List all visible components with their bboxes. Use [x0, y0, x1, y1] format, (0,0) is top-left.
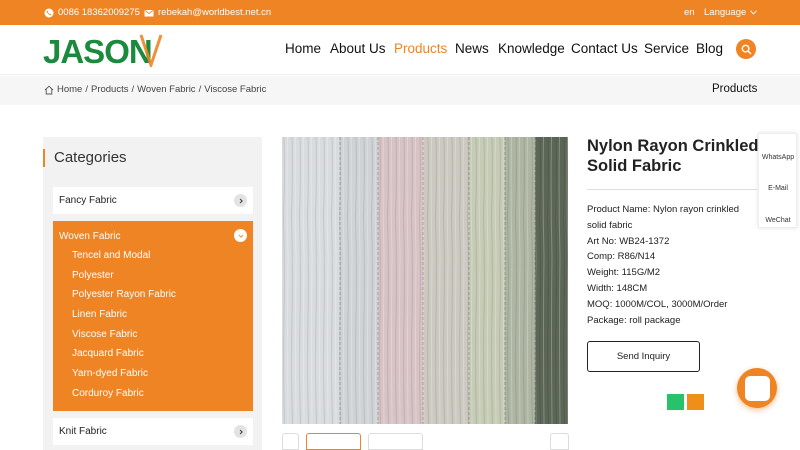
search-icon	[741, 44, 752, 55]
language-label: Language	[704, 7, 747, 18]
subcategory-yarn-dyed-fabric[interactable]: Yarn-dyed Fabric	[72, 368, 148, 379]
phone-contact[interactable]: 0086 18362009275	[44, 7, 140, 18]
chat-button[interactable]	[737, 368, 777, 408]
spec-moq: MOQ: 1000M/COL, 3000M/Order	[587, 298, 728, 310]
share-orange-button[interactable]	[687, 394, 704, 410]
breadcrumb-page-title: Products	[712, 83, 758, 95]
float-email[interactable]: E-Mail	[759, 185, 797, 192]
phone-icon	[44, 8, 54, 17]
breadcrumb-separator: /	[131, 84, 135, 95]
nav-knowledge[interactable]: Knowledge	[498, 41, 565, 56]
thumbnail-strip	[282, 433, 570, 450]
nav-service[interactable]: Service	[644, 41, 689, 56]
email-address: rebekah@worldbest.net.cn	[158, 7, 272, 18]
thumbnail-prev-button[interactable]	[282, 433, 299, 450]
product-specs: Product Name: Nylon rayon crinkled solid…	[587, 202, 757, 328]
top-contact-bar: 0086 18362009275 rebekah@worldbest.net.c…	[0, 0, 800, 25]
product-title: Nylon Rayon Crinkled Solid Fabric	[587, 137, 759, 175]
subcategory-polyester-rayon-fabric[interactable]: Polyester Rayon Fabric	[72, 289, 176, 300]
categories-heading: Categories	[43, 149, 127, 167]
breadcrumb: Home / Products / Woven Fabric / Viscose…	[44, 84, 266, 95]
nav-news[interactable]: News	[455, 41, 489, 56]
category-woven-fabric[interactable]: Woven Fabric Tencel and Modal Polyester …	[53, 221, 253, 411]
breadcrumb-home[interactable]: Home	[57, 84, 82, 95]
thumbnail-next-button[interactable]	[550, 433, 569, 450]
category-label: Knit Fabric	[59, 426, 107, 437]
breadcrumb-viscose-fabric[interactable]: Viscose Fabric	[204, 84, 266, 95]
site-header: JASON Home About Us Products News Knowle…	[0, 25, 800, 75]
breadcrumb-separator: /	[85, 84, 88, 95]
language-code[interactable]: en	[684, 7, 695, 18]
category-sidebar: Categories Fancy Fabric Woven Fabric Ten…	[43, 137, 262, 450]
phone-number: 0086 18362009275	[58, 7, 140, 18]
chevron-right-icon[interactable]	[234, 194, 247, 207]
breadcrumb-separator: /	[198, 84, 202, 95]
fabric-swatches-image	[282, 137, 568, 424]
email-contact[interactable]: rebekah@worldbest.net.cn	[144, 7, 271, 18]
subcategory-linen-fabric[interactable]: Linen Fabric	[72, 309, 127, 320]
chevron-down-icon	[750, 10, 758, 15]
nav-home[interactable]: Home	[285, 41, 321, 56]
breadcrumb-products[interactable]: Products	[91, 84, 129, 95]
spec-product-name: Product Name: Nylon rayon crinkled solid…	[587, 204, 740, 231]
subcategory-viscose-fabric[interactable]: Viscose Fabric	[72, 329, 137, 340]
chevron-down-icon[interactable]	[234, 229, 247, 242]
breadcrumb-woven-fabric[interactable]: Woven Fabric	[137, 84, 195, 95]
subcategory-jacquard-fabric[interactable]: Jacquard Fabric	[72, 348, 144, 359]
float-whatsapp[interactable]: WhatsApp	[759, 154, 797, 161]
breadcrumb-bar: Home / Products / Woven Fabric / Viscose…	[0, 76, 800, 105]
category-label: Fancy Fabric	[59, 195, 117, 206]
float-wechat[interactable]: WeChat	[759, 217, 797, 224]
product-main-image[interactable]	[282, 137, 568, 424]
spec-package: Package: roll package	[587, 314, 681, 326]
subcategory-tencel-and-modal[interactable]: Tencel and Modal	[72, 250, 150, 261]
language-selector[interactable]: Language	[704, 7, 758, 18]
subcategory-polyester[interactable]: Polyester	[72, 270, 114, 281]
title-divider	[587, 189, 757, 190]
thumbnail[interactable]	[368, 433, 423, 450]
svg-text:JASON: JASON	[43, 33, 152, 67]
spec-width: Width: 148CM	[587, 282, 648, 294]
spec-comp: Comp: R86/N14	[587, 251, 656, 263]
thumbnail-active[interactable]	[306, 433, 361, 450]
spec-art-no: Art No: WB24-1372	[587, 235, 670, 247]
search-button[interactable]	[736, 39, 756, 59]
floating-contact-bar: WhatsApp E-Mail WeChat	[758, 133, 797, 228]
subcategory-corduroy-fabric[interactable]: Corduroy Fabric	[72, 388, 144, 399]
nav-blog[interactable]: Blog	[696, 41, 723, 56]
send-inquiry-button[interactable]: Send Inquiry	[587, 341, 700, 372]
nav-about-us[interactable]: About Us	[330, 41, 386, 56]
home-icon	[44, 85, 54, 94]
site-logo[interactable]: JASON	[43, 33, 173, 67]
category-fancy-fabric[interactable]: Fancy Fabric	[53, 187, 253, 214]
spec-weight: Weight: 115G/M2	[587, 267, 661, 279]
chat-icon	[744, 375, 770, 401]
category-knit-fabric[interactable]: Knit Fabric	[53, 418, 253, 445]
share-green-button[interactable]	[667, 394, 684, 410]
nav-products[interactable]: Products	[394, 41, 447, 56]
category-label: Woven Fabric	[59, 231, 121, 242]
mail-icon	[144, 9, 154, 16]
chevron-right-icon[interactable]	[234, 425, 247, 438]
nav-contact-us[interactable]: Contact Us	[571, 41, 638, 56]
